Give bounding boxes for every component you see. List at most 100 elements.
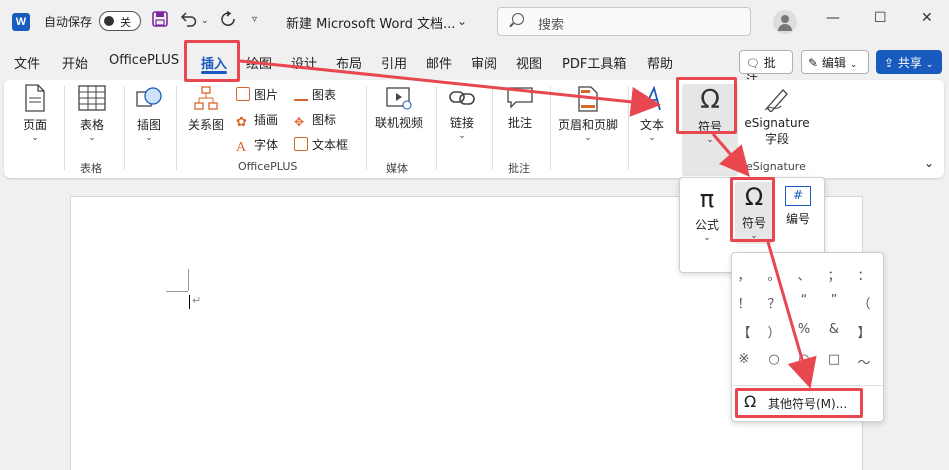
comment-icon: 🗨 [746,57,760,70]
symbol-cell[interactable]: % [794,322,814,337]
esignature-button[interactable]: eSignature 字段 [742,86,812,147]
autosave-toggle[interactable]: 关 [99,11,141,31]
chevron-down-icon: ⌄ [849,60,858,70]
new-comment-button[interactable]: 批注 [502,86,538,131]
symbol-cell[interactable]: 【 [734,322,754,341]
link-chevron-icon: ⌄ [458,131,466,141]
symbol-cell[interactable]: ※ [734,352,754,367]
title-chevron-down-icon[interactable]: ⌄ [457,14,467,28]
symbol-cell[interactable]: & [824,322,844,337]
tab-mailings[interactable]: 邮件 [426,53,452,72]
icon-label: 图标 [312,113,337,127]
symbol-cell[interactable]: ○ [794,352,814,367]
symbol-cell[interactable]: ： [854,265,874,284]
tab-layout[interactable]: 布局 [336,53,362,72]
tab-home[interactable]: 开始 [62,53,88,72]
edit-button-label: 编辑 [821,56,846,70]
esign-line1: eSignature [744,116,810,130]
textbox-label: 文本框 [312,138,349,152]
symbol-cell[interactable]: （ [854,293,874,312]
save-icon[interactable] [152,11,168,31]
tab-draw[interactable]: 绘图 [246,53,272,72]
symbol-cell[interactable]: ！ [734,293,754,312]
symbol-cell[interactable]: ， [734,265,754,284]
tab-view[interactable]: 视图 [516,53,542,72]
header-footer-chevron-icon: ⌄ [584,133,592,143]
symbol-cell[interactable]: □ [824,352,844,367]
font-button[interactable]: A 字体 [236,136,278,155]
separator [366,86,367,170]
butterfly-icon: ✿ [236,115,247,130]
symbol-chevron-icon: ⌄ [706,135,714,145]
tab-review[interactable]: 审阅 [471,53,497,72]
header-footer-button[interactable]: 页眉和页脚 ⌄ [556,86,620,143]
close-icon[interactable]: ✕ [921,10,933,26]
search-box[interactable]: 搜索 [497,7,751,36]
symbol-cell[interactable]: ” [824,293,844,308]
minimize-icon[interactable]: — [826,10,840,26]
number-button[interactable]: # 编号 [778,186,818,227]
page-chevron-icon: ⌄ [31,133,39,143]
autosave-label: 自动保存 [44,15,93,29]
tab-references[interactable]: 引用 [381,53,407,72]
tab-officeplus[interactable]: OfficePLUS [109,53,179,68]
text-icon [643,86,661,111]
number-hash-icon: # [785,186,811,206]
share-button[interactable]: ⇪ 共享 ⌄ [876,50,942,74]
undo-dropdown-icon[interactable]: ⌄ [201,16,209,26]
collapse-ribbon-icon[interactable]: ⌄ [924,156,934,170]
divider [732,385,883,386]
table-chevron-icon: ⌄ [88,133,96,143]
tab-help[interactable]: 帮助 [647,53,673,72]
formula-label: 公式 [694,218,719,232]
formula-button[interactable]: π 公式 ⌄ [688,186,726,243]
pi-icon: π [699,185,715,213]
separator [176,86,177,170]
tab-file[interactable]: 文件 [14,53,40,72]
page-button[interactable]: 页面 ⌄ [18,84,52,143]
symbol-cell[interactable]: ？ [764,293,784,312]
text-button[interactable]: 文本 ⌄ [636,86,668,143]
symbol-cell[interactable]: ； [824,265,844,284]
picture-button[interactable]: 图片 [236,86,278,103]
font-icon: A [236,140,247,155]
textbox-button[interactable]: 文本框 [294,136,348,153]
symbol-cell[interactable]: ） [764,322,784,341]
illustration-label: 插图 [136,118,161,132]
symbol-cell[interactable]: 】 [854,322,874,341]
toggle-knob [104,16,114,26]
redo-icon[interactable] [219,10,237,31]
link-button[interactable]: 链接 ⌄ [444,86,480,141]
document-title[interactable]: 新建 Microsoft Word 文档... [286,13,455,32]
edit-mode-button[interactable]: ✎ 编辑 ⌄ [801,50,869,74]
separator [64,86,65,170]
table-button[interactable]: 表格 ⌄ [74,84,110,143]
table-icon [78,85,106,111]
undo-icon[interactable] [180,11,198,31]
smartart-button[interactable]: 关系图 [186,86,226,133]
shapes-icon [136,87,162,107]
maximize-icon[interactable]: ☐ [874,10,887,26]
comment-button[interactable]: 🗨 批注 [739,50,793,87]
icon-button[interactable]: ✥ 图标 [294,111,336,129]
video-icon [386,87,412,110]
symbol-cell[interactable]: 。 [764,265,784,284]
insert-art-button[interactable]: ✿ 插画 [236,111,278,130]
symbol-cell[interactable]: 、 [794,265,814,284]
symbol-cell[interactable]: ○ [764,352,784,367]
tab-pdf-toolbox[interactable]: PDF工具箱 [562,53,626,72]
symbol-cell[interactable]: “ [794,293,814,308]
separator [436,86,437,170]
customize-qat-icon[interactable]: ▿ [252,14,257,25]
chart-label: 图表 [312,88,337,102]
chart-button[interactable]: 图表 [294,86,336,103]
tab-design[interactable]: 设计 [291,53,317,72]
text-label: 文本 [639,118,664,132]
esign-line2: 字段 [764,132,789,146]
online-video-button[interactable]: 联机视频 [374,86,424,131]
illustration-button[interactable]: 插图 ⌄ [132,84,166,143]
insert-art-label: 插画 [254,113,279,127]
highlight-insert-tab [184,40,240,82]
user-avatar[interactable] [773,10,797,34]
symbol-cell[interactable]: ～ [854,352,874,371]
